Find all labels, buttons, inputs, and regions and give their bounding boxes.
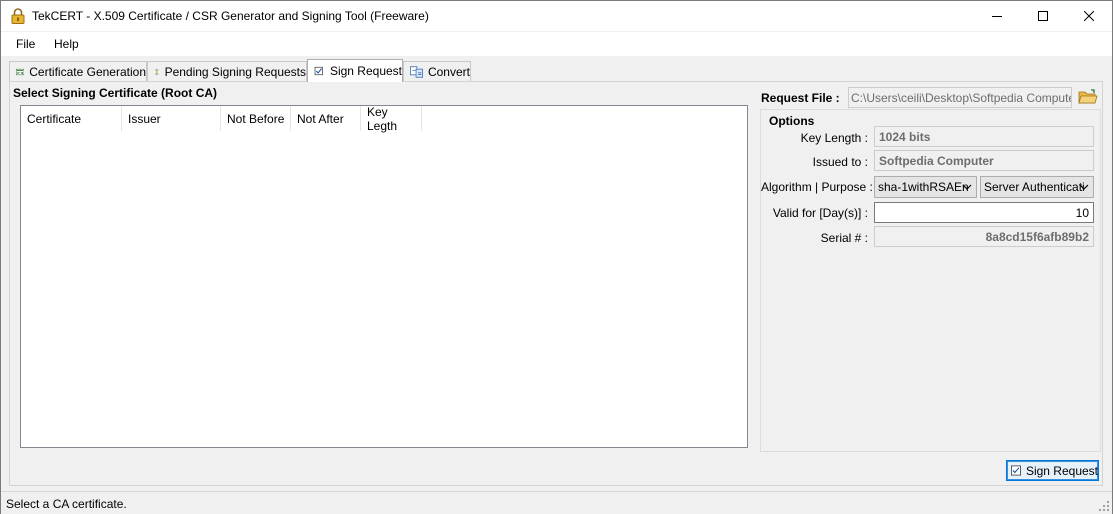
purpose-select[interactable]: Server Authenticati: [980, 176, 1094, 198]
issued-to-label: Issued to :: [812, 155, 868, 169]
tab-sign-request[interactable]: Sign Request: [307, 59, 403, 82]
open-folder-icon[interactable]: [1078, 89, 1098, 105]
key-length-label: Key Length :: [800, 131, 868, 145]
maximize-icon: [1038, 11, 1048, 21]
signing-cert-group-title: Select Signing Certificate (Root CA): [13, 86, 218, 100]
tab-strip: Certificate Generation Pending Signing R…: [7, 59, 607, 82]
chevron-down-icon: [1079, 184, 1089, 190]
request-file-label: Request File :: [761, 91, 840, 105]
checkbox-icon: [1011, 465, 1021, 476]
tab-convert[interactable]: Convert: [403, 61, 471, 81]
menu-bar: File Help: [1, 32, 1112, 56]
checkbox-icon: [314, 66, 323, 76]
options-title: Options: [769, 114, 815, 128]
algorithm-select[interactable]: sha-1withRSAEn: [874, 176, 977, 198]
algorithm-purpose-label: Algorithm | Purpose :: [761, 180, 873, 194]
hourglass-icon: [155, 68, 159, 75]
app-window: TekCERT - X.509 Certificate / CSR Genera…: [0, 0, 1113, 514]
column-header-key-length[interactable]: Key Legth: [361, 105, 422, 133]
window-title: TekCERT - X.509 Certificate / CSR Genera…: [32, 9, 429, 23]
menu-file[interactable]: File: [16, 37, 35, 51]
issued-to-field: Softpedia Computer: [874, 150, 1094, 171]
serial-label: Serial # :: [820, 231, 868, 245]
valid-days-input[interactable]: 10: [874, 202, 1094, 223]
tab-label: Convert: [427, 64, 470, 79]
certificate-icon: [16, 68, 25, 75]
signing-certificate-list[interactable]: Certificate Issuer Not Before Not After …: [20, 105, 748, 448]
request-file-field[interactable]: C:\Users\ceili\Desktop\Softpedia Compute…: [848, 87, 1072, 108]
title-bar: TekCERT - X.509 Certificate / CSR Genera…: [1, 1, 1112, 31]
tab-label: Sign Request: [329, 64, 402, 78]
close-icon: [1084, 11, 1094, 21]
tab-label: Pending Signing Requests: [164, 64, 306, 79]
sign-request-button[interactable]: Sign Request: [1006, 460, 1099, 481]
padlock-icon: [11, 8, 25, 24]
status-text: Select a CA certificate.: [6, 497, 127, 511]
tab-certificate-generation[interactable]: Certificate Generation: [9, 61, 147, 81]
tab-label: Certificate Generation: [29, 64, 146, 79]
list-header: Certificate Issuer Not Before Not After …: [21, 105, 422, 133]
column-header-certificate[interactable]: Certificate: [21, 106, 122, 131]
menu-help[interactable]: Help: [54, 37, 79, 51]
resize-grip-icon[interactable]: [1098, 500, 1110, 512]
sign-request-label: Sign Request: [1025, 463, 1098, 478]
valid-days-label: Valid for [Day(s)] :: [772, 206, 868, 220]
key-length-field: 1024 bits: [874, 126, 1094, 147]
status-bar: Select a CA certificate.: [1, 491, 1112, 514]
algorithm-value: sha-1withRSAEn: [878, 180, 969, 194]
minimize-icon: [992, 16, 1002, 17]
serial-field: 8a8cd15f6afb89b2: [874, 226, 1094, 247]
purpose-value: Server Authenticati: [984, 180, 1085, 194]
chevron-down-icon: [962, 184, 972, 190]
tab-pending-signing-requests[interactable]: Pending Signing Requests: [147, 61, 307, 81]
convert-icon: [410, 65, 423, 78]
minimize-button[interactable]: [974, 1, 1020, 31]
close-button[interactable]: [1066, 1, 1112, 31]
column-header-not-after[interactable]: Not After: [291, 106, 361, 131]
maximize-button[interactable]: [1020, 1, 1066, 31]
column-header-not-before[interactable]: Not Before: [221, 106, 291, 131]
column-header-issuer[interactable]: Issuer: [122, 106, 221, 131]
